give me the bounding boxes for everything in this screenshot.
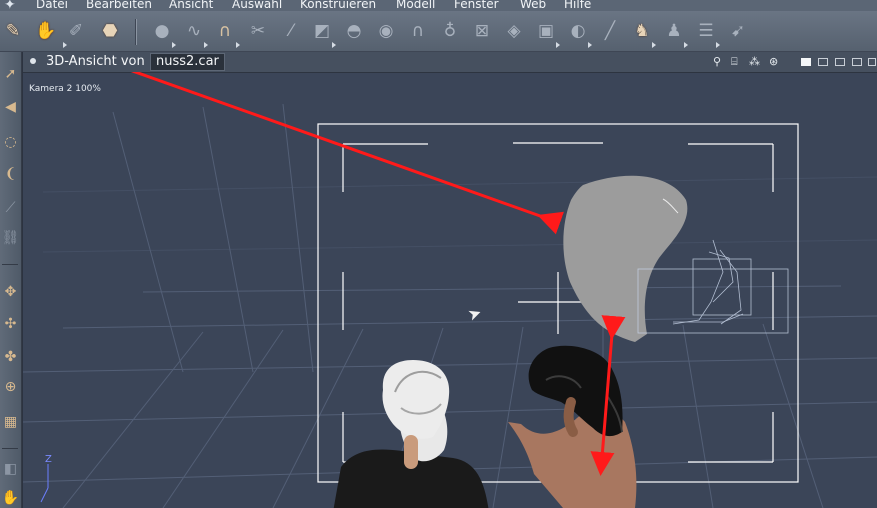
layout-four-icon[interactable] [852,58,862,66]
lamp-icon[interactable]: ⌸ [731,56,738,68]
people-icon[interactable]: ⁂ [749,56,760,68]
camera-label: Kamera 2 100% [29,84,101,94]
rotate-icon[interactable]: ✤ [1,347,20,367]
menu-item-fenster[interactable]: Fenster [454,0,499,11]
brush-tool-icon[interactable]: ✎ [1,18,25,44]
viewport-title: 3D-Ansicht von [46,54,145,69]
sphere-icon[interactable]: ● [150,18,174,44]
line-icon[interactable]: ⁄ [279,18,303,44]
needle-icon[interactable]: ⟋ [1,198,20,218]
submenu-arrow-icon [236,42,240,48]
bag-icon[interactable]: ▣ [534,18,558,44]
scissors-icon[interactable]: ✂ [246,18,270,44]
move-icon[interactable]: ✥ [1,282,20,302]
light-icon[interactable]: ⚲ [713,56,721,68]
axis-gizmo [40,464,49,503]
menu-item-bearbeiten[interactable]: Bearbeiten [86,0,152,11]
pen-icon[interactable]: ╱ [598,18,622,44]
texture-icon[interactable]: ▦ [1,412,20,432]
sidebar-separator [2,448,18,449]
grey-hair-object [563,175,688,342]
3d-viewport[interactable]: 3D-Ansicht von nuss2.car ⚲ ⌸ ⁂ ⊛ Z Kamer… [22,52,877,508]
document-name-field: nuss2.car [150,53,225,71]
submenu-arrow-icon [204,42,208,48]
scatter-icon[interactable]: ◐ [566,18,590,44]
menu-item-ansicht[interactable]: Ansicht [169,0,213,11]
bone-tool-icon[interactable]: ✐ [64,18,88,44]
stack-icon[interactable]: ☰ [694,18,718,44]
menu-item-auswahl[interactable]: Auswahl [232,0,282,11]
menu-item-hilfe[interactable]: Hilfe [564,0,591,11]
chain-icon[interactable]: ⛓ [1,228,20,248]
sidebar-separator [2,264,18,265]
box-icon[interactable]: ◩ [310,18,334,44]
toolbar-separator [135,19,137,45]
camera-icon[interactable]: ◧ [1,459,20,479]
layout-three-icon[interactable] [835,58,845,66]
paint-bucket-icon[interactable]: ⬣ [98,18,122,44]
main-toolbar: ✎ ✋ ✐ ⬣ ● ∿ ∩ ✂ ⁄ ◩ ◓ ◉ ∩ ♁ ⊠ ◈ ▣ ◐ ╱ ♞ … [0,11,877,52]
ring-icon[interactable]: ◌ [1,132,20,152]
menu-item-web[interactable]: Web [520,0,546,11]
hemisphere-icon[interactable]: ◓ [342,18,366,44]
submenu-arrow-icon [588,42,592,48]
menu-item-konstruieren[interactable]: Konstruieren [300,0,376,11]
submenu-arrow-icon [556,42,560,48]
lathe-icon[interactable]: ◉ [374,18,398,44]
hand-tool-icon[interactable]: ✋ [34,18,58,44]
menu-bar: ✦ Datei Bearbeiten Ansicht Auswahl Konst… [0,0,877,11]
scene-icon[interactable]: ⊛ [769,56,778,68]
layout-two-icon[interactable] [818,58,828,66]
magnet-icon[interactable]: ∩ [213,18,237,44]
app-logo-icon[interactable]: ✦ [4,0,16,11]
camera-frame [317,123,799,483]
hand-icon[interactable]: ✋ [1,488,20,508]
goblet-icon[interactable]: ♁ [438,18,462,44]
submenu-arrow-icon [332,42,336,48]
spline-icon[interactable]: ∿ [182,18,206,44]
submenu-arrow-icon [684,42,688,48]
menu-item-datei[interactable]: Datei [36,0,68,11]
pointer-icon[interactable]: ➹ [726,18,750,44]
background-grid [23,103,877,508]
character-black-hair [508,345,637,508]
viewport-title-bar: 3D-Ansicht von nuss2.car ⚲ ⌸ ⁂ ⊛ [23,52,877,73]
submenu-arrow-icon [716,42,720,48]
plane-icon[interactable]: ◈ [502,18,526,44]
submenu-arrow-icon [652,42,656,48]
crossbox-icon[interactable]: ⊠ [470,18,494,44]
cone-icon[interactable]: ◀ [1,97,20,117]
scale-icon[interactable]: ✣ [1,314,20,334]
layout-single-icon[interactable] [801,58,811,66]
layout-grid-icon[interactable] [868,58,876,66]
scene-canvas[interactable]: Z [23,72,877,508]
axis-label: Z [45,454,52,465]
orbit-icon[interactable]: ⊕ [1,377,20,397]
arch-icon[interactable]: ∩ [406,18,430,44]
menu-item-modell[interactable]: Modell [396,0,435,11]
side-toolbar: ➚ ◀ ◌ ❨ ⟋ ⛓ ✥ ✣ ✤ ⊕ ▦ ◧ ✋ [0,52,22,508]
coil-icon[interactable]: ❨ [1,164,20,184]
submenu-arrow-icon [172,42,176,48]
character-white-hair [333,360,489,508]
viewport-menu-icon[interactable] [30,58,36,64]
submenu-arrow-icon [63,42,67,48]
puppet-icon[interactable]: ♞ [630,18,654,44]
shadow-puppet-icon[interactable]: ♟ [662,18,686,44]
arrow-icon[interactable]: ➚ [1,64,20,84]
